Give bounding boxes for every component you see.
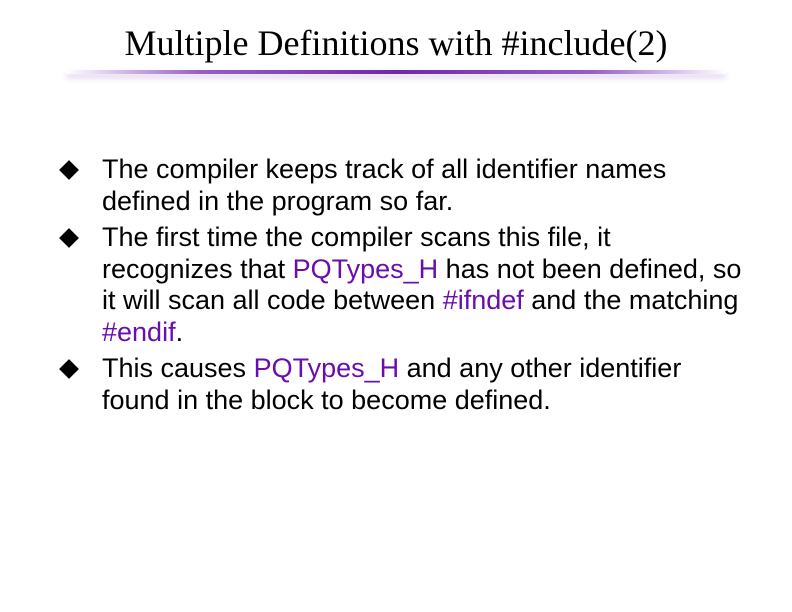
highlight-identifier: PQTypes_H [293, 254, 439, 284]
title-underline [66, 70, 726, 74]
slide: Multiple Definitions with #include(2) Th… [0, 0, 792, 612]
highlight-identifier: PQTypes_H [254, 353, 400, 383]
text-run: This causes [102, 353, 254, 383]
bullet-icon [59, 228, 79, 248]
text-run: and the matching [524, 285, 739, 315]
bullet-icon [59, 359, 79, 379]
highlight-directive: #ifndef [443, 285, 524, 315]
bullet-text: The compiler keeps track of all identifi… [102, 154, 742, 218]
bullet-text: The first time the compiler scans this f… [102, 222, 742, 349]
list-item: The first time the compiler scans this f… [50, 222, 742, 349]
list-item: The compiler keeps track of all identifi… [50, 154, 742, 218]
slide-title: Multiple Definitions with #include(2) [50, 22, 742, 64]
bullet-text: This causes PQTypes_H and any other iden… [102, 353, 742, 417]
bullet-icon [59, 160, 79, 180]
highlight-directive: #endif [102, 317, 176, 347]
text-run: . [176, 317, 184, 347]
bullet-list: The compiler keeps track of all identifi… [50, 154, 742, 417]
list-item: This causes PQTypes_H and any other iden… [50, 353, 742, 417]
